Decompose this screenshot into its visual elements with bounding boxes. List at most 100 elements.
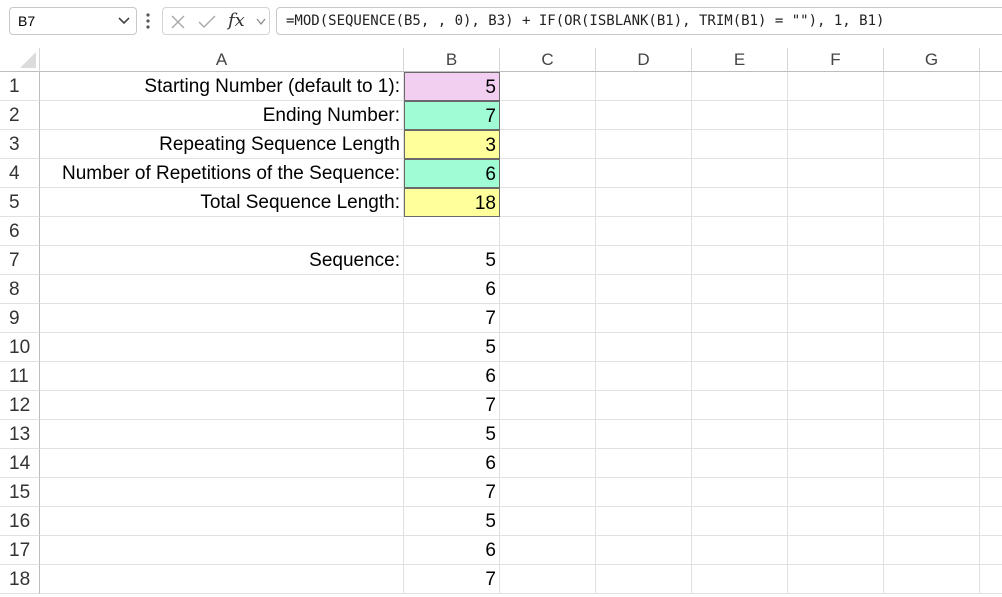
cell-d3[interactable] xyxy=(596,130,692,159)
cell-a18[interactable] xyxy=(40,565,404,594)
cell-d7[interactable] xyxy=(596,246,692,275)
cell-d9[interactable] xyxy=(596,304,692,333)
cell-b14[interactable]: 6 xyxy=(404,449,500,478)
cell-f16[interactable] xyxy=(788,507,884,536)
cell-g5[interactable] xyxy=(884,188,980,217)
row-header-13[interactable]: 13 xyxy=(0,420,40,449)
cell-h5[interactable] xyxy=(980,188,1002,217)
select-all-button[interactable] xyxy=(0,48,40,72)
cell-b1[interactable]: 5 xyxy=(404,72,500,101)
row-header-9[interactable]: 9 xyxy=(0,304,40,333)
cell-c13[interactable] xyxy=(500,420,596,449)
cell-c2[interactable] xyxy=(500,101,596,130)
cancel-icon[interactable] xyxy=(170,14,186,30)
cell-d14[interactable] xyxy=(596,449,692,478)
cell-c6[interactable] xyxy=(500,217,596,246)
cell-f15[interactable] xyxy=(788,478,884,507)
cell-e7[interactable] xyxy=(692,246,788,275)
cell-e12[interactable] xyxy=(692,391,788,420)
cell-e1[interactable] xyxy=(692,72,788,101)
cell-c5[interactable] xyxy=(500,188,596,217)
cell-d13[interactable] xyxy=(596,420,692,449)
cell-c1[interactable] xyxy=(500,72,596,101)
cell-b2[interactable]: 7 xyxy=(404,101,500,130)
cell-e10[interactable] xyxy=(692,333,788,362)
cell-g4[interactable] xyxy=(884,159,980,188)
cell-f3[interactable] xyxy=(788,130,884,159)
column-header-d[interactable]: D xyxy=(596,48,692,72)
row-header-18[interactable]: 18 xyxy=(0,565,40,594)
cell-g11[interactable] xyxy=(884,362,980,391)
cell-g16[interactable] xyxy=(884,507,980,536)
cell-a5[interactable]: Total Sequence Length: xyxy=(40,188,404,217)
cell-h6[interactable] xyxy=(980,217,1002,246)
row-header-15[interactable]: 15 xyxy=(0,478,40,507)
cell-c14[interactable] xyxy=(500,449,596,478)
cell-d4[interactable] xyxy=(596,159,692,188)
cell-g14[interactable] xyxy=(884,449,980,478)
cell-h11[interactable] xyxy=(980,362,1002,391)
column-header-b[interactable]: B xyxy=(404,48,500,72)
cell-c3[interactable] xyxy=(500,130,596,159)
cell-f13[interactable] xyxy=(788,420,884,449)
column-header-f[interactable]: F xyxy=(788,48,884,72)
cell-g15[interactable] xyxy=(884,478,980,507)
cell-c10[interactable] xyxy=(500,333,596,362)
cell-e6[interactable] xyxy=(692,217,788,246)
cell-d11[interactable] xyxy=(596,362,692,391)
cell-f5[interactable] xyxy=(788,188,884,217)
cell-c16[interactable] xyxy=(500,507,596,536)
cell-b11[interactable]: 6 xyxy=(404,362,500,391)
row-header-16[interactable]: 16 xyxy=(0,507,40,536)
cell-b9[interactable]: 7 xyxy=(404,304,500,333)
cell-f17[interactable] xyxy=(788,536,884,565)
row-header-17[interactable]: 17 xyxy=(0,536,40,565)
cell-b15[interactable]: 7 xyxy=(404,478,500,507)
cell-g12[interactable] xyxy=(884,391,980,420)
cell-b3[interactable]: 3 xyxy=(404,130,500,159)
cell-c7[interactable] xyxy=(500,246,596,275)
cell-a9[interactable] xyxy=(40,304,404,333)
cell-b13[interactable]: 5 xyxy=(404,420,500,449)
cell-d12[interactable] xyxy=(596,391,692,420)
cell-g10[interactable] xyxy=(884,333,980,362)
chevron-down-icon[interactable] xyxy=(118,16,130,26)
cell-g18[interactable] xyxy=(884,565,980,594)
cell-f10[interactable] xyxy=(788,333,884,362)
cell-d16[interactable] xyxy=(596,507,692,536)
column-header-partial[interactable] xyxy=(980,48,1002,72)
cell-f9[interactable] xyxy=(788,304,884,333)
cell-e11[interactable] xyxy=(692,362,788,391)
row-header-12[interactable]: 12 xyxy=(0,391,40,420)
chevron-down-icon[interactable] xyxy=(256,18,266,26)
cell-d6[interactable] xyxy=(596,217,692,246)
cell-e18[interactable] xyxy=(692,565,788,594)
cell-b17[interactable]: 6 xyxy=(404,536,500,565)
name-box[interactable]: B7 xyxy=(9,7,137,35)
row-header-1[interactable]: 1 xyxy=(0,72,40,101)
cell-g13[interactable] xyxy=(884,420,980,449)
cell-b10[interactable]: 5 xyxy=(404,333,500,362)
cell-e17[interactable] xyxy=(692,536,788,565)
cell-f4[interactable] xyxy=(788,159,884,188)
cell-h9[interactable] xyxy=(980,304,1002,333)
insert-function-icon[interactable]: fx xyxy=(228,10,245,31)
cell-d15[interactable] xyxy=(596,478,692,507)
row-header-8[interactable]: 8 xyxy=(0,275,40,304)
cell-e5[interactable] xyxy=(692,188,788,217)
cell-b8[interactable]: 6 xyxy=(404,275,500,304)
cell-e4[interactable] xyxy=(692,159,788,188)
enter-check-icon[interactable] xyxy=(198,14,216,30)
cell-a14[interactable] xyxy=(40,449,404,478)
cell-f14[interactable] xyxy=(788,449,884,478)
cell-a10[interactable] xyxy=(40,333,404,362)
row-header-2[interactable]: 2 xyxy=(0,101,40,130)
column-header-e[interactable]: E xyxy=(692,48,788,72)
row-header-14[interactable]: 14 xyxy=(0,449,40,478)
cell-b5[interactable]: 18 xyxy=(404,188,500,217)
cell-h4[interactable] xyxy=(980,159,1002,188)
column-header-g[interactable]: G xyxy=(884,48,980,72)
row-header-10[interactable]: 10 xyxy=(0,333,40,362)
cell-a6[interactable] xyxy=(40,217,404,246)
row-header-5[interactable]: 5 xyxy=(0,188,40,217)
